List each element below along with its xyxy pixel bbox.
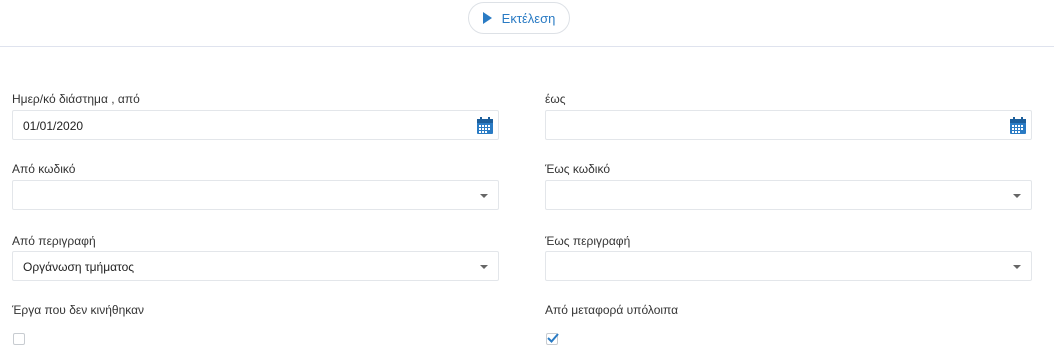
run-button-label: Εκτέλεση — [501, 10, 556, 26]
date-from-value: 01/01/2020 — [23, 119, 84, 133]
desc-to-select[interactable] — [545, 251, 1032, 281]
carried-balances-checkbox[interactable] — [546, 333, 559, 345]
chevron-down-icon[interactable] — [480, 265, 488, 269]
code-from-select[interactable] — [12, 180, 499, 210]
date-to-field[interactable] — [545, 110, 1032, 140]
desc-from-value: Οργάνωση τμήματος — [23, 260, 135, 274]
date-from-field[interactable]: 01/01/2020 — [12, 110, 499, 140]
unmoved-projects-checkbox[interactable] — [13, 333, 25, 345]
desc-to-label: Έως περιγραφή — [545, 234, 631, 248]
play-icon — [482, 12, 492, 24]
calendar-icon[interactable] — [1009, 117, 1027, 135]
calendar-icon[interactable] — [476, 117, 494, 135]
date-from-label: Ημερ/κό διάστημα , από — [12, 92, 140, 106]
code-to-select[interactable] — [545, 180, 1032, 210]
code-from-label: Από κωδικό — [12, 162, 76, 176]
unmoved-projects-label: Έργα που δεν κινήθηκαν — [12, 303, 145, 317]
chevron-down-icon[interactable] — [1013, 194, 1021, 198]
code-to-label: Έως κωδικό — [545, 162, 610, 176]
run-button[interactable]: Εκτέλεση — [468, 2, 570, 34]
desc-from-select[interactable]: Οργάνωση τμήματος — [12, 251, 499, 281]
checkmark-icon — [547, 333, 559, 343]
date-to-label: έως — [545, 92, 566, 106]
carried-balances-label: Από μεταφορά υπόλοιπα — [545, 303, 679, 317]
toolbar: Εκτέλεση — [0, 0, 1054, 47]
chevron-down-icon[interactable] — [480, 194, 488, 198]
chevron-down-icon[interactable] — [1013, 265, 1021, 269]
desc-from-label: Από περιγραφή — [12, 234, 96, 248]
